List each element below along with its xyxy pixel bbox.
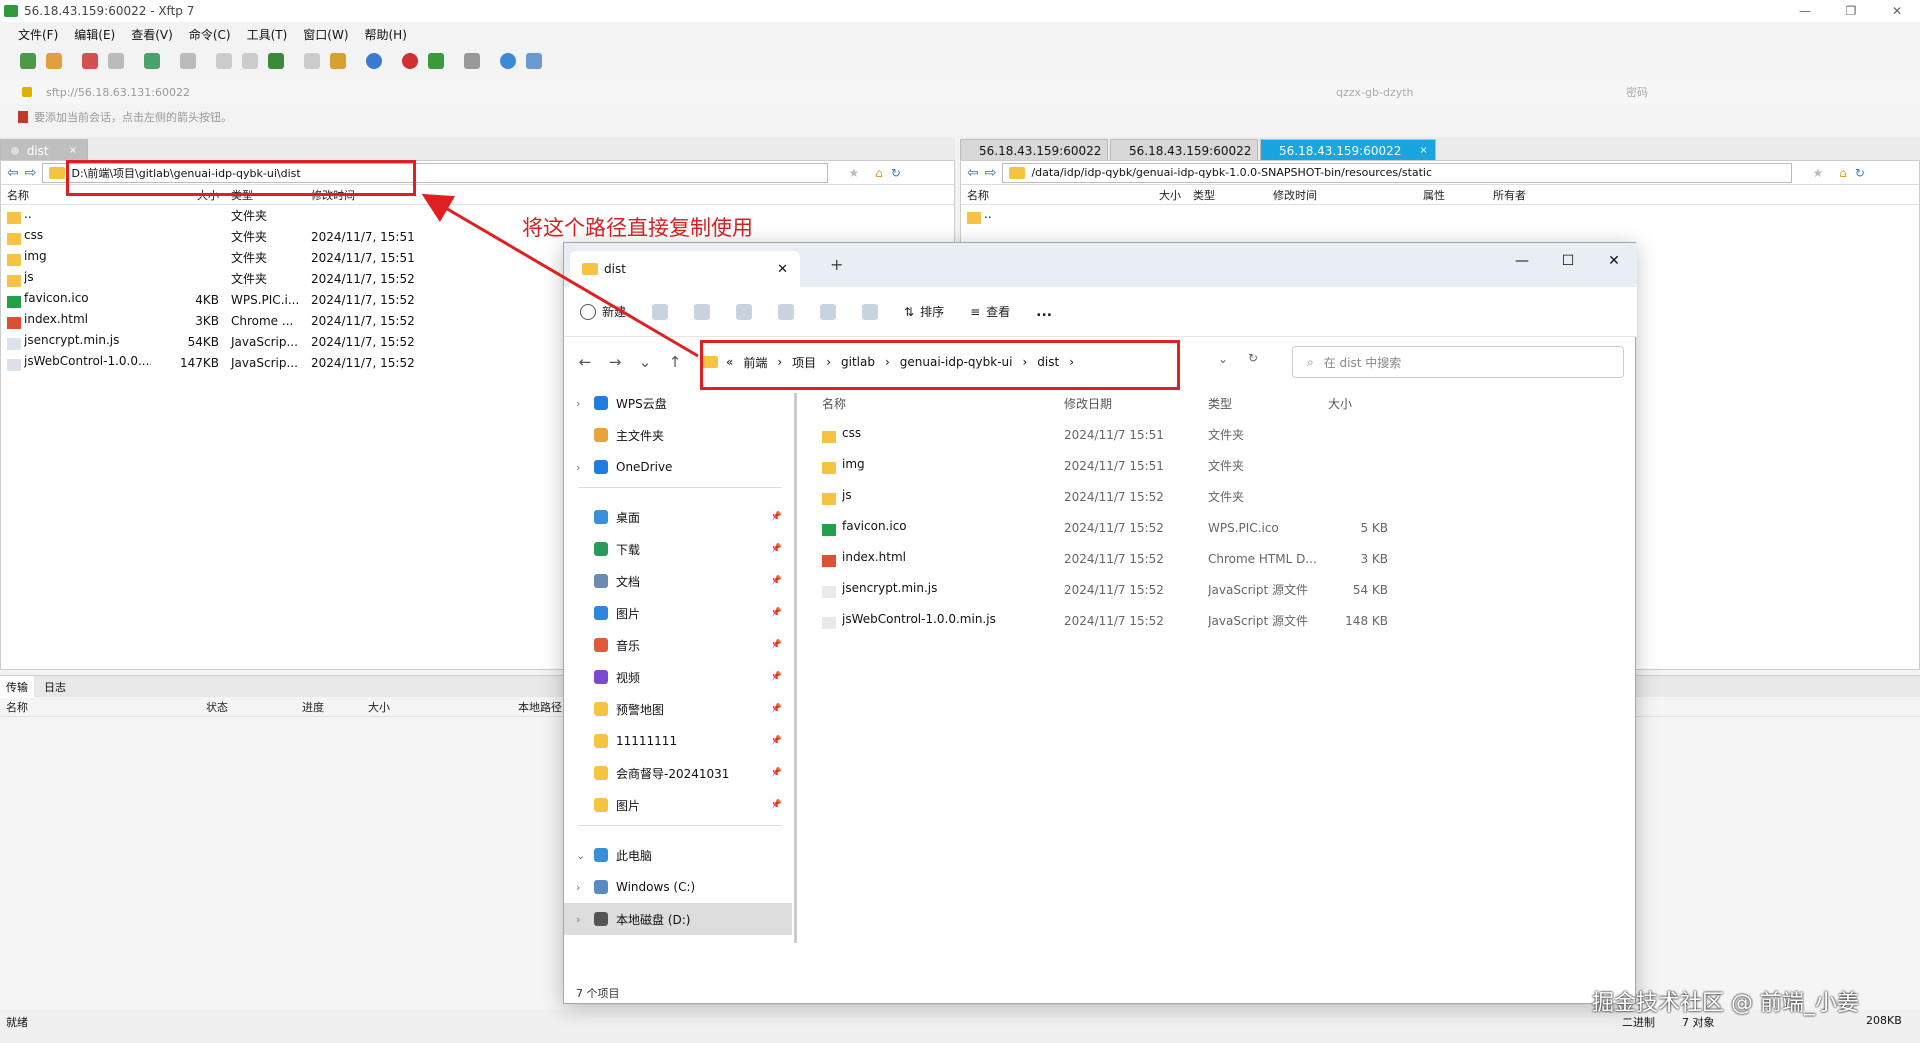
watermark: 掘金技术社区 @ 前端_小姜 [1592, 991, 1859, 1016]
annotation-text: 将这个路径直接复制使用 [522, 216, 753, 240]
annotation-arrow [421, 193, 699, 358]
